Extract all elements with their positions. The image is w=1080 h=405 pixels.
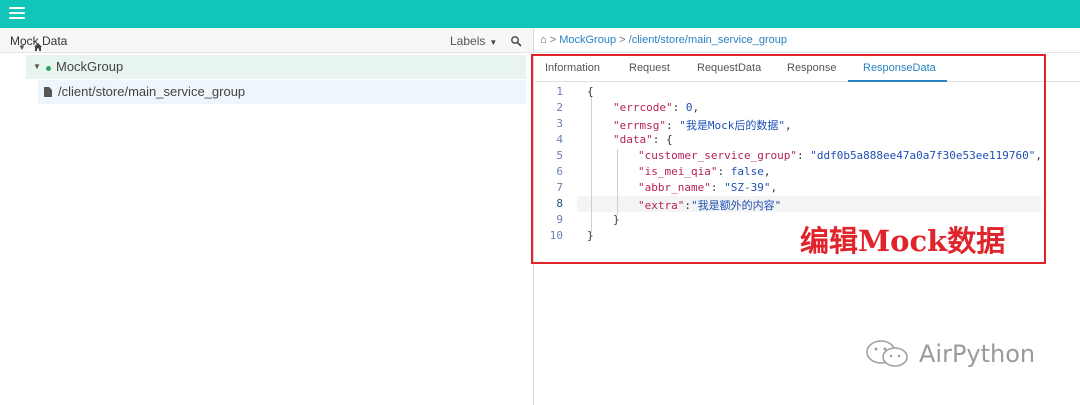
code-line: "is_mei_qia": false, — [638, 165, 770, 178]
tab-responsedata[interactable]: ResponseData — [863, 62, 936, 74]
indent-guide — [617, 149, 618, 215]
tab-requestdata[interactable]: RequestData — [697, 62, 761, 74]
code-line: "errcode": 0, — [613, 101, 699, 114]
json-separator: : — [684, 199, 691, 212]
json-separator: : — [796, 149, 811, 162]
json-key: "abbr_name" — [638, 181, 711, 194]
json-key: "data" — [613, 133, 653, 146]
line-number: 10 — [549, 229, 563, 242]
line-number: 5 — [556, 149, 563, 162]
code-line: "customer_service_group": "ddf0b5a888ee4… — [638, 149, 1042, 162]
json-comma: , — [763, 165, 771, 178]
code-line: "abbr_name": "SZ-39", — [638, 181, 777, 194]
json-value: false — [730, 165, 764, 178]
line-number: 9 — [556, 213, 563, 226]
code-line: } — [613, 213, 620, 226]
home-icon — [34, 43, 42, 51]
top-bar — [0, 0, 1080, 28]
file-icon — [44, 87, 52, 97]
tab-request[interactable]: Request — [629, 62, 670, 74]
json-key: "is_mei_qia" — [638, 165, 718, 178]
json-comma: , — [1035, 149, 1042, 162]
tab-bar: Information Request RequestData Response… — [535, 56, 1080, 82]
wechat-icon — [866, 340, 908, 367]
watermark: AirPython — [865, 339, 1035, 369]
line-number: 4 — [556, 133, 563, 146]
line-number: 7 — [556, 181, 563, 194]
json-separator: : — [665, 119, 680, 132]
json-key: "errmsg" — [613, 119, 666, 132]
json-value: "我是Mock后的数据" — [679, 119, 785, 132]
json-separator: : — [710, 181, 725, 194]
code-line: { — [587, 85, 594, 98]
tree-item-mockgroup[interactable]: ▼ MockGroup — [26, 55, 526, 79]
code-line: "extra":"我是额外的内容" — [638, 197, 781, 213]
line-number: 3 — [556, 117, 563, 130]
code-line: "data": { — [613, 133, 673, 146]
json-key: "customer_service_group" — [638, 149, 797, 162]
tree-item-label: MockGroup — [56, 59, 124, 74]
json-separator: : { — [652, 133, 673, 146]
json-comma: , — [784, 119, 792, 132]
tree-item-label: /client/store/main_service_group — [58, 84, 246, 99]
json-key: "extra" — [638, 199, 685, 212]
menu-icon[interactable] — [9, 7, 25, 19]
json-value: "我是额外的内容" — [690, 199, 782, 212]
divider — [535, 52, 1080, 53]
status-dot-icon — [46, 66, 51, 71]
json-value: "ddf0b5a888ee47a0a7f30e53ee119760" — [810, 149, 1036, 162]
json-separator: : — [717, 165, 731, 178]
expand-triangle-icon[interactable]: ▼ — [33, 62, 41, 71]
watermark-text: AirPython — [919, 340, 1036, 368]
json-comma: , — [770, 181, 778, 194]
tree-item-mock-file[interactable]: /client/store/main_service_group — [38, 80, 526, 104]
json-separator: : — [672, 101, 686, 114]
line-number: 8 — [556, 197, 563, 210]
line-number: 2 — [556, 101, 563, 114]
indent-guide — [591, 97, 592, 233]
active-tab-indicator — [848, 80, 947, 82]
tab-response[interactable]: Response — [787, 62, 837, 74]
breadcrumb-separator: > — [619, 34, 626, 46]
line-number: 6 — [556, 165, 563, 178]
breadcrumb-separator: > — [549, 34, 557, 46]
json-value: "SZ-39" — [724, 181, 771, 194]
line-number: 1 — [556, 85, 563, 98]
home-icon[interactable]: ⌂ — [540, 34, 547, 46]
code-line: } — [587, 229, 594, 242]
json-comma: , — [692, 101, 700, 114]
breadcrumb-path-link[interactable]: /client/store/main_service_group — [629, 34, 787, 46]
breadcrumb: ⌂ > MockGroup > /client/store/main_servi… — [540, 34, 787, 46]
code-line: "errmsg": "我是Mock后的数据", — [613, 117, 792, 133]
json-key: "errcode" — [613, 101, 673, 114]
expand-triangle-icon[interactable]: ▼ — [18, 43, 26, 52]
tab-information[interactable]: Information — [545, 62, 600, 74]
breadcrumb-group-link[interactable]: MockGroup — [559, 34, 616, 46]
annotation-text: 编辑Mock数据 — [800, 224, 1006, 258]
